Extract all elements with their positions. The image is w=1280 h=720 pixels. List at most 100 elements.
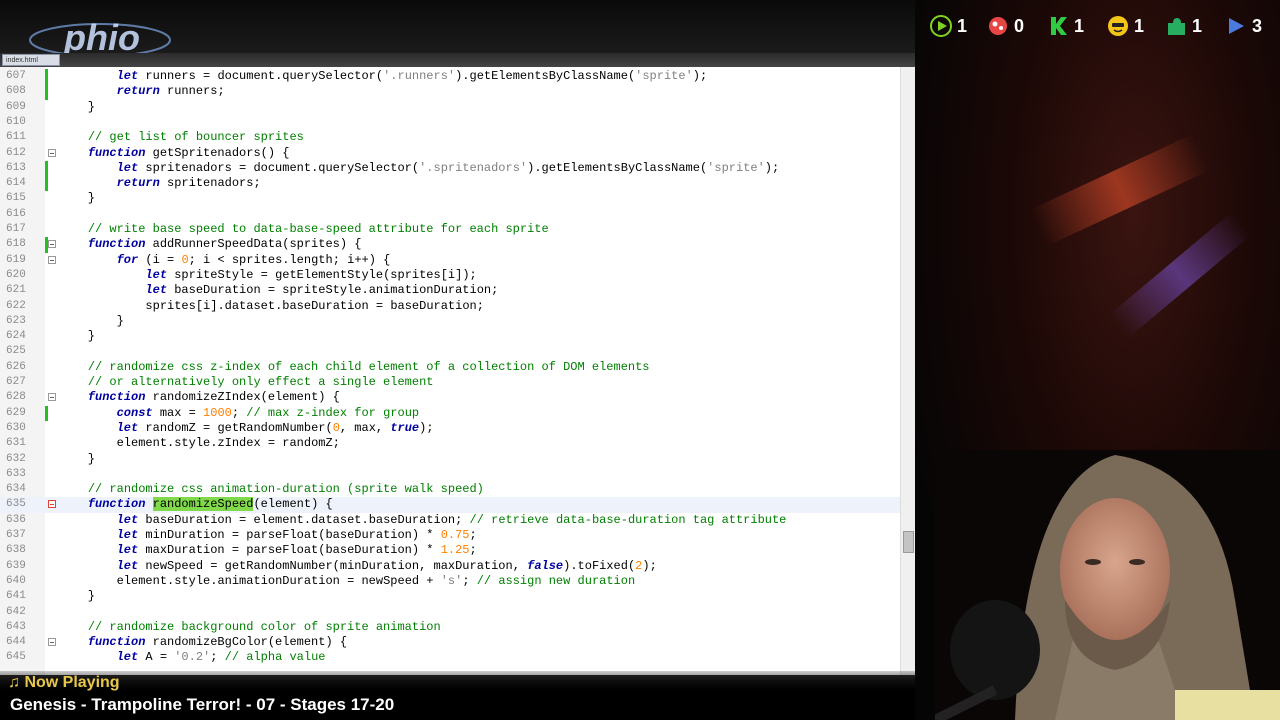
code-line[interactable]: 638 let maxDuration = parseFloat(baseDur… (0, 543, 900, 558)
code-line[interactable]: 639 let newSpeed = getRandomNumber(minDu… (0, 559, 900, 574)
code-text: let randomZ = getRandomNumber(0, max, tr… (116, 420, 434, 435)
line-number: 642 (6, 605, 26, 618)
counter-play-triangle: 1 (930, 12, 967, 40)
line-number: 629 (6, 406, 26, 419)
code-line[interactable]: 608 return runners; (0, 84, 900, 100)
stream-banner: phio (0, 0, 915, 58)
forward-icon (1229, 18, 1244, 34)
stream-counters: 1 0 1 1 1 3 (930, 12, 1270, 40)
code-line[interactable]: 634 // randomize css animation-duration … (0, 482, 900, 497)
code-line[interactable]: 618 function addRunnerSpeedData(sprites)… (0, 237, 900, 253)
code-line[interactable]: 620 let spriteStyle = getElementStyle(sp… (0, 268, 900, 283)
line-number: 643 (6, 620, 26, 633)
fold-toggle-icon[interactable] (48, 393, 56, 402)
code-line[interactable]: 628 function randomizeZIndex(element) { (0, 390, 900, 405)
code-line[interactable]: 621 let baseDuration = spriteStyle.anima… (0, 283, 900, 298)
code-line[interactable]: 619 for (i = 0; i < sprites.length; i++)… (0, 253, 900, 268)
code-line[interactable]: 630 let randomZ = getRandomNumber(0, max… (0, 421, 900, 436)
code-line[interactable]: 614 return spritenadors; (0, 176, 900, 192)
code-line[interactable]: 626 // randomize css z-index of each chi… (0, 360, 900, 375)
fold-toggle-icon[interactable] (48, 148, 56, 157)
code-line[interactable]: 611 // get list of bouncer sprites (0, 130, 900, 145)
code-line[interactable]: 640 element.style.animationDuration = ne… (0, 574, 900, 589)
code-line[interactable]: 623 } (0, 314, 900, 329)
fold-toggle-icon[interactable] (48, 255, 56, 264)
code-text: // randomize background color of sprite … (87, 619, 441, 634)
code-line[interactable]: 632 } (0, 452, 900, 467)
code-line[interactable]: 629 const max = 1000; // max z-index for… (0, 405, 900, 421)
code-line[interactable]: 635 function randomizeSpeed(element) { (0, 497, 900, 513)
code-line[interactable]: 616 (0, 207, 900, 222)
code-text: function randomizeZIndex(element) { (87, 390, 340, 405)
code-text: } (59, 313, 124, 328)
code-line[interactable]: 644 function randomizeBgColor(element) { (0, 635, 900, 650)
counter-value: 1 (1074, 15, 1085, 36)
code-text: } (59, 451, 96, 466)
code-line[interactable]: 607 let runners = document.querySelector… (0, 69, 900, 85)
code-line[interactable]: 633 (0, 467, 900, 482)
code-line[interactable]: 636 let baseDuration = element.dataset.b… (0, 513, 900, 528)
code-editor[interactable]: 607 let runners = document.querySelector… (0, 67, 915, 675)
counter-k: 1 (1047, 12, 1084, 40)
line-number: 632 (6, 452, 26, 465)
fold-toggle-icon[interactable] (48, 500, 56, 509)
line-number: 640 (6, 574, 26, 587)
code-text: let A = '0.2'; // alpha value (116, 650, 326, 665)
line-number: 636 (6, 513, 26, 526)
tab-strip: index.html (0, 53, 915, 67)
line-number: 614 (6, 177, 26, 190)
code-line[interactable]: 612 function getSpritenadors() { (0, 146, 900, 161)
fold-toggle-icon[interactable] (48, 240, 56, 249)
line-number: 620 (6, 268, 26, 281)
code-text: let spritenadors = document.querySelecto… (116, 160, 780, 175)
change-marker (45, 84, 48, 100)
code-text: let baseDuration = spriteStyle.animation… (145, 283, 499, 298)
counter-value: 1 (1192, 15, 1203, 36)
code-line[interactable]: 610 (0, 115, 900, 130)
file-tab[interactable]: index.html (2, 54, 60, 66)
vertical-scrollbar[interactable] (900, 67, 915, 675)
code-line[interactable]: 617 // write base speed to data-base-spe… (0, 222, 900, 237)
code-text: // randomize css z-index of each child e… (87, 359, 650, 374)
highlighted-word: randomizeSpeed (152, 497, 254, 512)
code-text: element.style.zIndex = randomZ; (116, 436, 340, 451)
code-text: } (59, 329, 96, 344)
line-number: 615 (6, 192, 26, 205)
counter-emoji: 1 (1107, 12, 1144, 40)
code-text: // randomize css animation-duration (spr… (87, 482, 484, 497)
code-text: } (59, 99, 96, 114)
code-line[interactable]: 622 sprites[i].dataset.baseDuration = ba… (0, 299, 900, 314)
line-number: 633 (6, 467, 26, 480)
fold-toggle-icon[interactable] (48, 638, 56, 647)
code-text: // get list of bouncer sprites (87, 130, 304, 145)
code-line[interactable]: 625 (0, 344, 900, 359)
line-number: 617 (6, 223, 26, 235)
counter-puzzle: 1 (1165, 12, 1202, 40)
change-marker (45, 160, 48, 177)
code-line[interactable]: 609 } (0, 100, 900, 115)
code-line[interactable]: 615 } (0, 191, 900, 206)
line-number: 621 (6, 284, 26, 297)
code-text: let runners = document.querySelector('.r… (116, 69, 708, 83)
code-text: sprites[i].dataset.baseDuration = baseDu… (145, 298, 484, 313)
code-line[interactable]: 645 let A = '0.2'; // alpha value (0, 650, 900, 665)
code-text: function randomizeBgColor(element) { (87, 635, 348, 650)
scrollbar-thumb[interactable] (903, 531, 914, 553)
code-line[interactable]: 627 // or alternatively only effect a si… (0, 375, 900, 390)
puzzle-icon (1168, 18, 1185, 35)
code-line[interactable]: 641 } (0, 589, 900, 604)
counter-value: 0 (1014, 15, 1025, 36)
code-line[interactable]: 613 let spritenadors = document.querySel… (0, 160, 900, 177)
change-marker (45, 69, 48, 85)
code-line[interactable]: 643 // randomize background color of spr… (0, 620, 900, 635)
code-line[interactable]: 637 let minDuration = parseFloat(baseDur… (0, 528, 900, 543)
emoji-icon (1108, 16, 1128, 36)
line-number: 628 (6, 391, 26, 404)
line-number: 619 (6, 253, 26, 266)
code-line[interactable]: 624 } (0, 329, 900, 344)
code-text: function addRunnerSpeedData(sprites) { (87, 237, 362, 252)
code-text: let maxDuration = parseFloat(baseDuratio… (116, 543, 477, 558)
code-line[interactable]: 631 element.style.zIndex = randomZ; (0, 436, 900, 451)
line-number: 612 (6, 146, 26, 159)
code-line[interactable]: 642 (0, 605, 900, 620)
